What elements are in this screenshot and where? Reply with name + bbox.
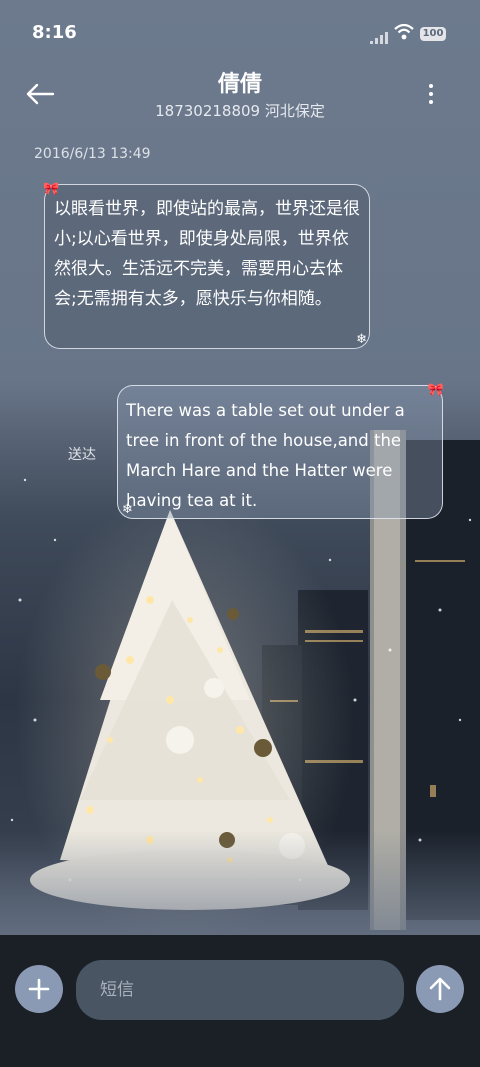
- outgoing-message-text: There was a table set out under a tree i…: [126, 401, 405, 510]
- incoming-message-bubble[interactable]: 以眼看世界，即使站的最高，世界还是很小;以心看世界，即使身处局限，世界依然很大。…: [43, 182, 370, 349]
- bow-icon: 🎀: [43, 182, 60, 197]
- signal-icon: [370, 29, 388, 48]
- more-vertical-icon: [429, 84, 433, 88]
- status-time: 8:16: [32, 22, 77, 43]
- wifi-icon: [394, 23, 414, 44]
- bow-icon: 🎀: [427, 383, 444, 398]
- send-button[interactable]: [416, 965, 464, 1013]
- battery-icon: 100: [420, 27, 446, 41]
- incoming-message-text: 以眼看世界，即使站的最高，世界还是很小;以心看世界，即使身处局限，世界依然很大。…: [54, 199, 360, 309]
- snowflake-icon: ❄: [356, 332, 367, 347]
- plus-icon: [28, 978, 50, 1000]
- add-attachment-button[interactable]: [15, 965, 63, 1013]
- status-bar: 8:16 100: [0, 0, 480, 66]
- contact-info: 18730218809 河北保定: [155, 102, 325, 120]
- composer-bar: 短信: [0, 935, 480, 1067]
- chat-header: 倩倩 18730218809 河北保定: [0, 66, 480, 126]
- more-options-button[interactable]: [418, 78, 444, 110]
- contact-name: 倩倩: [217, 72, 262, 97]
- message-input[interactable]: 短信: [76, 960, 404, 1020]
- delivery-status: 送达: [68, 447, 96, 463]
- snowflake-icon: ❄: [122, 502, 133, 517]
- outgoing-message-bubble[interactable]: There was a table set out under a tree i…: [117, 383, 444, 519]
- arrow-up-icon: [429, 977, 451, 1001]
- message-timestamp: 2016/6/13 13:49: [34, 146, 151, 162]
